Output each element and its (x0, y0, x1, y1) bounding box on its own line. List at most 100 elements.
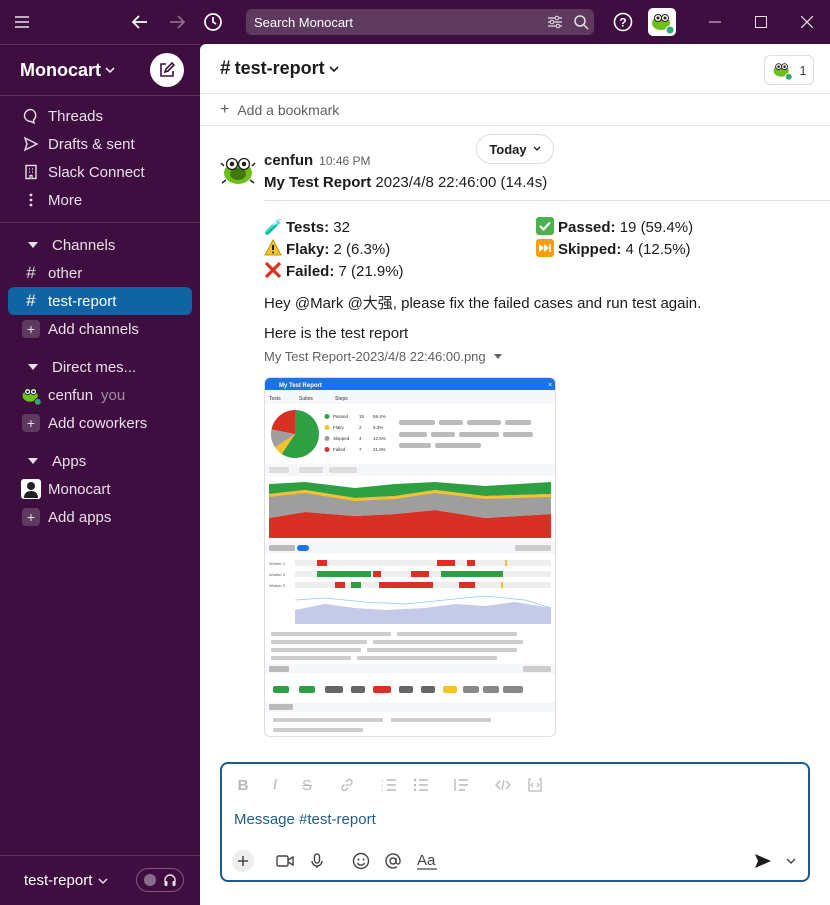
toggle-knob-icon (144, 874, 156, 886)
add-apps-button[interactable]: + Add apps (8, 503, 192, 531)
channel-name: test-report (234, 58, 325, 78)
sidebar-item-slack-connect[interactable]: Slack Connect (8, 158, 192, 186)
legend-swatch (324, 447, 330, 452)
minimize-icon[interactable] (703, 10, 727, 34)
message-composer: B I S 123 Message #test-report Aa (220, 762, 810, 882)
sidebar-item-label: Add channels (48, 320, 139, 338)
chevron-down-icon (105, 66, 115, 74)
filter-sliders-icon[interactable] (542, 9, 568, 35)
sidebar-item-dm-cenfun[interactable]: cenfun you (8, 381, 192, 409)
legend-text: 4 (359, 436, 362, 441)
message-input[interactable]: Message #test-report (234, 811, 376, 828)
stat-failed: Failed: 7 (21.9%) (264, 261, 536, 283)
message-timestamp[interactable]: 10:46 PM (319, 154, 370, 168)
file-name: My Test Report-2023/4/8 22:46:00.png (264, 349, 486, 364)
video-icon[interactable] (274, 850, 296, 872)
legend-text: Failed (333, 447, 346, 452)
direct-messages-section-header[interactable]: Direct mes... (8, 353, 192, 381)
chevron-down-icon (329, 65, 339, 73)
sidebar-item-drafts[interactable]: Drafts & sent (8, 130, 192, 158)
plus-icon: + (220, 100, 230, 118)
emoji-icon[interactable] (350, 850, 372, 872)
send-icon (22, 136, 40, 152)
main-panel: # test-report 1 + Add a bookmark cenfun … (200, 44, 830, 905)
author-avatar-icon[interactable] (220, 152, 256, 188)
add-channels-button[interactable]: + Add channels (8, 315, 192, 343)
apps-section-header[interactable]: Apps (8, 447, 192, 475)
plus-button[interactable] (232, 850, 254, 872)
file-name-row[interactable]: My Test Report-2023/4/8 22:46:00.png (264, 349, 830, 364)
sidebar-item-label: Monocart (48, 480, 111, 498)
code-block-icon[interactable] (524, 774, 546, 796)
legend-text: 59.4% (373, 414, 386, 419)
code-icon[interactable] (492, 774, 514, 796)
author-name[interactable]: cenfun (264, 152, 313, 169)
legend-swatch (324, 436, 330, 441)
sidebar-item-label: Threads (48, 107, 104, 125)
sidebar-item-channel-other[interactable]: # other (8, 259, 192, 287)
sidebar-item-more[interactable]: More (8, 186, 192, 214)
history-clock-icon[interactable] (201, 10, 225, 34)
top-bar: Search Monocart ? (0, 0, 830, 44)
user-avatar-icon[interactable] (648, 8, 676, 36)
maximize-icon[interactable] (749, 10, 773, 34)
channels-section-header[interactable]: Channels (8, 231, 192, 259)
hash-icon: # (26, 291, 36, 310)
message-body: cenfun 10:46 PM My Test Report 2023/4/8 … (264, 152, 830, 737)
caret-down-icon (493, 353, 502, 360)
workspace-header[interactable]: Monocart (0, 45, 200, 95)
channel-title-button[interactable]: # test-report (220, 58, 339, 80)
sidebar-item-threads[interactable]: Threads (8, 102, 192, 130)
stat-skipped: Skipped: 4 (12.5%) (536, 239, 830, 261)
section-label: Channels (52, 236, 116, 254)
channel-header: # test-report 1 (200, 44, 830, 94)
hamburger-menu-icon[interactable] (10, 10, 34, 34)
current-channel-label[interactable]: test-report (24, 872, 92, 889)
thumbnail-pie-chart (271, 410, 319, 458)
section-label: Apps (52, 452, 87, 470)
svg-text:?: ? (619, 16, 626, 30)
add-coworkers-button[interactable]: + Add coworkers (8, 409, 192, 437)
send-options-chevron-icon[interactable] (784, 850, 798, 872)
you-label: you (101, 386, 126, 404)
sidebar-item-channel-test-report[interactable]: # test-report (8, 287, 192, 315)
more-vertical-icon (22, 193, 40, 207)
help-icon[interactable]: ? (611, 10, 635, 34)
members-button[interactable]: 1 (764, 55, 814, 85)
caret-down-icon (26, 457, 40, 465)
add-bookmark-button[interactable]: + Add a bookmark (200, 94, 830, 126)
close-icon[interactable] (795, 10, 819, 34)
sidebar-item-app-monocart[interactable]: Monocart (8, 475, 192, 503)
legend-text: 2 (359, 425, 362, 430)
ordered-list-icon[interactable]: 123 (378, 774, 400, 796)
section-label: Direct mes... (52, 358, 137, 376)
stat-tests: 🧪 Tests: 32 (264, 217, 536, 239)
italic-icon[interactable]: I (264, 774, 286, 796)
blockquote-icon[interactable] (450, 774, 472, 796)
text-format-icon[interactable]: Aa (414, 850, 440, 872)
user-avatar-icon (20, 384, 42, 406)
huddle-toggle[interactable] (136, 868, 184, 892)
bold-icon[interactable]: B (232, 774, 254, 796)
chevron-down-icon (98, 877, 108, 885)
workspace-name: Monocart (20, 59, 101, 80)
sidebar-item-label: More (48, 191, 83, 209)
svg-text:Worker 1: Worker 1 (269, 561, 286, 566)
legend-text: 7 (359, 447, 362, 452)
search-bar[interactable]: Search Monocart (246, 9, 594, 35)
mention-icon[interactable] (382, 850, 404, 872)
send-icon[interactable] (752, 850, 774, 872)
date-divider-today-button[interactable]: Today (476, 134, 554, 164)
forward-arrow-icon[interactable] (165, 10, 189, 34)
bullet-list-icon[interactable] (410, 774, 432, 796)
microphone-icon[interactable] (306, 850, 328, 872)
strikethrough-icon[interactable]: S (296, 774, 318, 796)
plus-icon (238, 856, 248, 866)
legend-text: Passed (333, 414, 349, 419)
stats-grid: 🧪 Tests: 32 Passed: 19 (59.4%) Flaky: 2 (… (264, 217, 830, 283)
back-arrow-icon[interactable] (128, 10, 152, 34)
link-icon[interactable] (336, 774, 358, 796)
report-screenshot-image[interactable]: My Test Report × Tests Suites Steps Pass… (264, 377, 556, 737)
search-icon[interactable] (568, 9, 594, 35)
compose-button[interactable] (150, 53, 184, 87)
